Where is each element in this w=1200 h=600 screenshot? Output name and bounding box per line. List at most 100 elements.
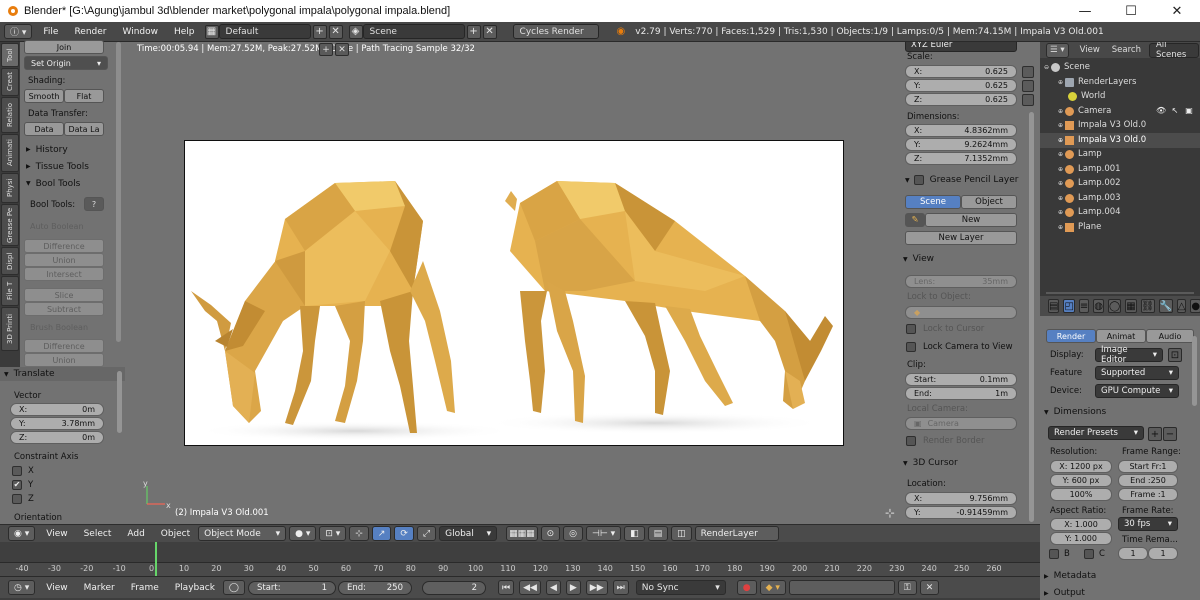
scene-field[interactable]: Scene [362, 24, 465, 39]
constraint-x-checkbox[interactable] [12, 466, 22, 476]
menu-file[interactable]: File [43, 27, 58, 37]
menu-help[interactable]: Help [174, 27, 195, 37]
timeline-menu-frame[interactable]: Frame [131, 583, 159, 593]
sync-dropdown[interactable]: No Sync ▾ [635, 580, 726, 595]
opengl-render-icon[interactable]: ◧ [624, 526, 645, 541]
tab-animation[interactable]: Animati [1, 134, 19, 172]
frame-start-field[interactable]: Start Fr:1 [1118, 460, 1178, 473]
feature-set-dropdown[interactable]: Supported ▾ [1095, 366, 1179, 380]
scale-manipulator-icon[interactable]: ⤢ [416, 526, 437, 541]
properties-editor-icon[interactable]: ▤ [1048, 299, 1060, 313]
render-layer-icon[interactable]: ◫ [671, 526, 692, 541]
tab-tool[interactable]: Tool [1, 43, 19, 67]
resolution-y-field[interactable]: Y: 600 px [1050, 474, 1112, 487]
lock-scale-y-icon[interactable] [1022, 80, 1034, 92]
remove-scene-icon[interactable]: ✕ [482, 24, 497, 39]
border-checkbox[interactable] [1049, 549, 1059, 559]
lock-layer-icon[interactable]: ⊙ [540, 526, 561, 541]
menu-select[interactable]: Select [84, 529, 112, 539]
end-frame-field[interactable]: End: 250 [338, 580, 412, 595]
flat-button[interactable]: Flat [64, 89, 104, 103]
outliner-row-scene[interactable]: ⊖ Scene [1040, 60, 1200, 75]
outliner-row-renderlayers[interactable]: ⊕ RenderLayers [1040, 75, 1200, 90]
viewport-corner-widget-icon[interactable]: ⊹ [885, 506, 895, 520]
lock-to-cursor-checkbox[interactable] [906, 324, 916, 334]
history-panel-header[interactable]: History [22, 142, 122, 157]
start-frame-field[interactable]: Start: 1 [248, 580, 336, 595]
layers-icon[interactable]: ▦▦▦ [506, 526, 538, 541]
union-button-2[interactable]: Union [24, 353, 104, 367]
scene-icon[interactable]: ◈ [348, 24, 363, 39]
tab-display[interactable]: Displ [1, 247, 19, 275]
render-subtab[interactable]: Render [1046, 329, 1096, 343]
outliner-editor-icon[interactable]: ☰ ▾ [1046, 42, 1069, 58]
pivot-point-icon[interactable]: ⊡ ▾ [319, 526, 347, 541]
rotation-mode-dropdown[interactable]: XYZ Euler [905, 42, 1017, 52]
selectable-cursor-icon[interactable]: ↖ [1170, 106, 1180, 115]
menu-render[interactable]: Render [74, 27, 106, 37]
timeline-menu-marker[interactable]: Marker [84, 583, 115, 593]
local-camera-field[interactable]: ▣ Camera [905, 417, 1017, 430]
render-tab-icon[interactable]: ◰ [1063, 299, 1075, 313]
next-keyframe-icon[interactable]: ▶▶ [585, 580, 608, 595]
render-engine-dropdown[interactable]: Cycles Render [512, 24, 599, 39]
screen-layout-icon[interactable]: ▦ [204, 24, 219, 39]
add-scene-icon[interactable]: + [466, 24, 481, 39]
vector-y-field[interactable]: Y: 3.78mm [10, 417, 104, 430]
grease-pencil-object-button[interactable]: Object [961, 195, 1017, 209]
translate-manipulator-icon[interactable]: ↗ [371, 526, 392, 541]
crop-checkbox[interactable] [1084, 549, 1094, 559]
manipulator-icon[interactable]: ⊹ [349, 526, 369, 541]
dim-z-field[interactable]: Z: 7.1352mm [905, 152, 1017, 165]
help-icon[interactable]: ? [84, 197, 104, 211]
render-layer-field[interactable]: RenderLayer [694, 526, 779, 541]
aspect-y-field[interactable]: Y: 1.000 [1050, 532, 1112, 545]
object-tab-icon[interactable]: ▦ [1125, 299, 1137, 313]
data-layout-button[interactable]: Data La [64, 122, 104, 136]
clip-start-field[interactable]: Start: 0.1mm [905, 373, 1017, 386]
tissue-tools-panel-header[interactable]: Tissue Tools [22, 159, 122, 174]
new-grease-pencil-button[interactable]: New [925, 213, 1017, 227]
renderable-camera-icon[interactable]: ▣ [1184, 106, 1194, 115]
subtract-button[interactable]: Subtract [24, 302, 104, 316]
constraint-tab-icon[interactable]: ⛓ [1140, 299, 1155, 313]
data-button[interactable]: Data [24, 122, 64, 136]
grease-pencil-checkbox[interactable] [913, 175, 924, 185]
outliner-display-mode[interactable]: All Scenes [1148, 42, 1199, 60]
properties-scrollbar[interactable] [1192, 336, 1197, 406]
resolution-percent-field[interactable]: 100% [1050, 488, 1112, 501]
add-preset-icon[interactable]: + [1148, 427, 1162, 441]
remove-preset-icon[interactable]: − [1163, 427, 1177, 441]
lock-interface-icon[interactable]: ⊡ [1168, 348, 1182, 362]
dim-y-field[interactable]: Y: 9.2624mm [905, 138, 1017, 151]
remove-layout-icon[interactable]: ✕ [328, 24, 343, 39]
tab-file-tools[interactable]: File T [1, 276, 19, 306]
tab-relations[interactable]: Relatio [1, 97, 19, 133]
vector-z-field[interactable]: Z: 0m [10, 431, 104, 444]
viewport-split-close-icon[interactable]: ✕ [335, 43, 349, 56]
union-button[interactable]: Union [24, 253, 104, 267]
outliner-menu-view[interactable]: View [1080, 45, 1100, 55]
n-panel-scrollbar[interactable] [1029, 112, 1034, 522]
outliner-hscrollbar[interactable] [1046, 292, 1194, 294]
device-dropdown[interactable]: GPU Compute ▾ [1095, 384, 1179, 398]
data-tab-icon[interactable]: △ [1176, 299, 1187, 313]
play-icon[interactable]: ▶ [565, 580, 581, 595]
tool-shelf-scrollbar[interactable] [116, 42, 121, 342]
render-layers-tab-icon[interactable]: ≡ [1078, 299, 1090, 313]
menu-add[interactable]: Add [127, 529, 144, 539]
scale-y-field[interactable]: Y: 0.625 [905, 79, 1017, 92]
modifier-tab-icon[interactable]: 🔧 [1158, 299, 1173, 313]
world-tab-icon[interactable]: ◯ [1108, 299, 1122, 313]
new-layer-button[interactable]: New Layer [905, 231, 1017, 245]
record-icon[interactable]: ● [736, 580, 757, 595]
grease-pencil-panel-header[interactable]: ▼ Grease Pencil Layer [899, 172, 1040, 188]
slice-button[interactable]: Slice [24, 288, 104, 302]
translate-panel-header[interactable]: Translate [0, 367, 125, 381]
viewport-split-plus-icon[interactable]: + [319, 43, 333, 56]
preview-range-icon[interactable]: ◯ [222, 580, 245, 595]
outliner-row-world[interactable]: World [1040, 89, 1200, 104]
constraint-y-checkbox[interactable]: ✔ [12, 480, 22, 490]
current-frame-field[interactable]: 2 [422, 580, 486, 595]
menu-object[interactable]: Object [161, 529, 190, 539]
